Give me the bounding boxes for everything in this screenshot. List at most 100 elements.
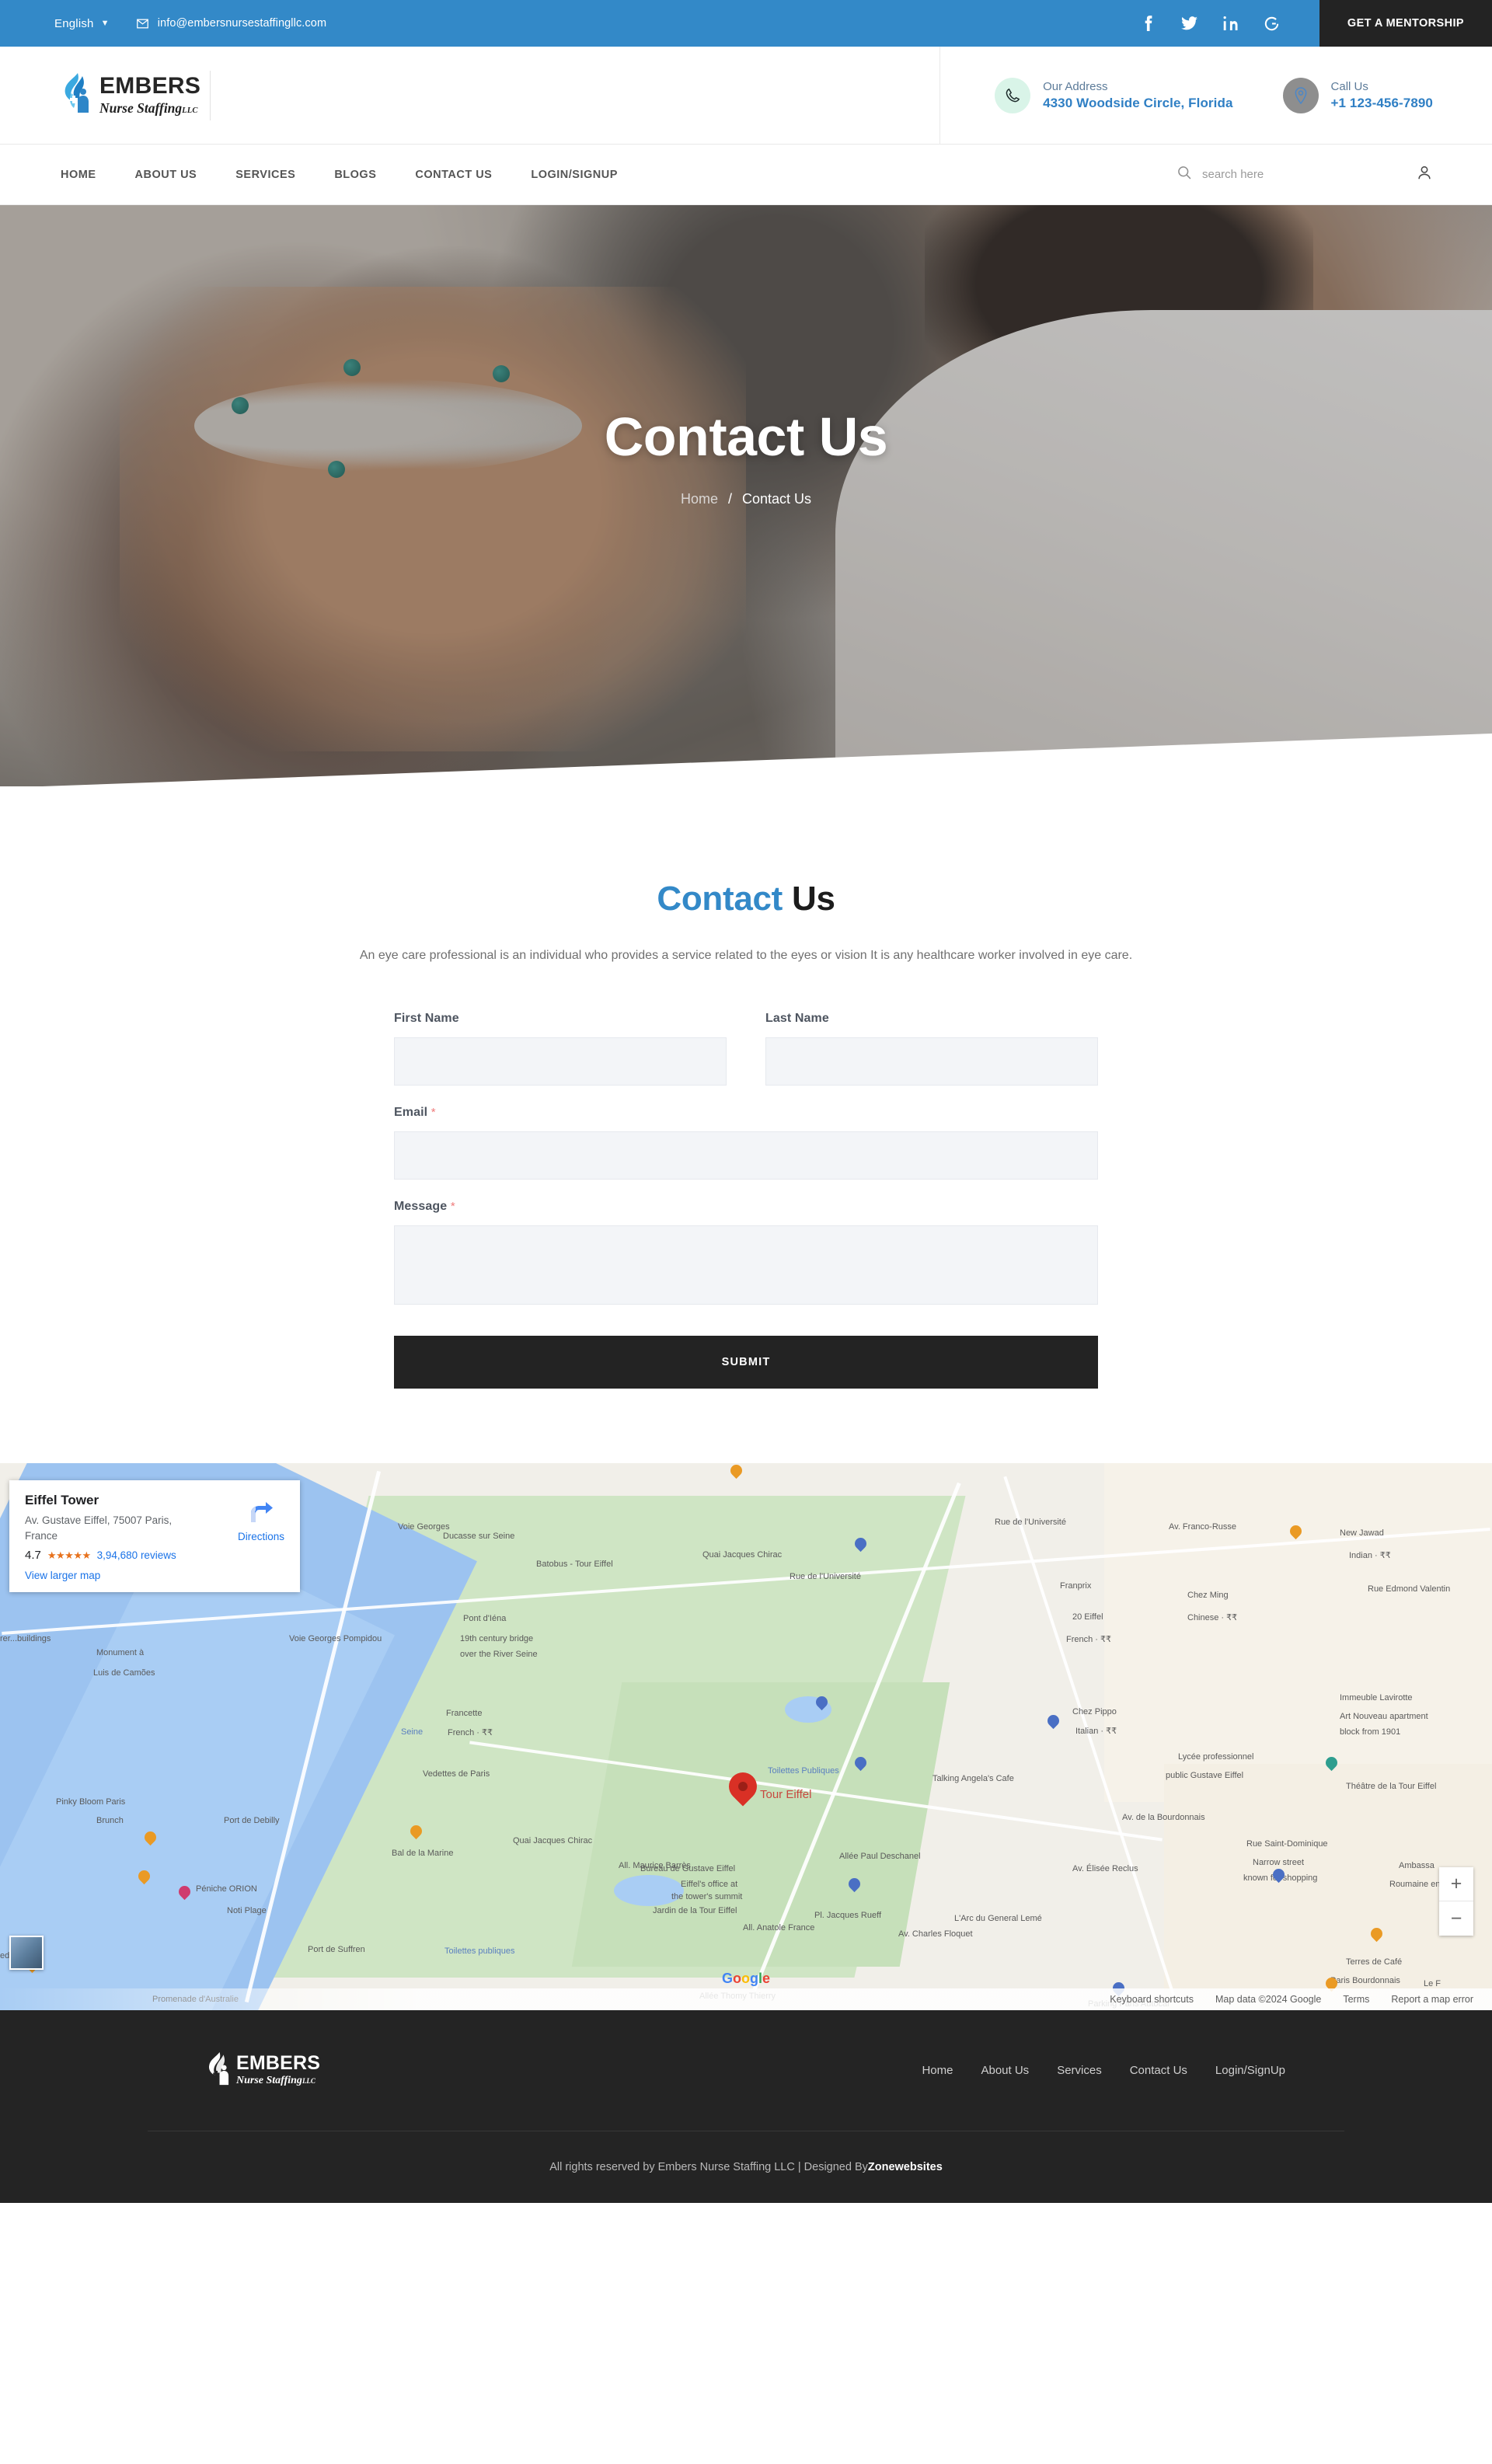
footer-link-about-us[interactable]: About Us — [981, 2064, 1029, 2077]
map-label: Monument à — [96, 1648, 145, 1657]
map-label: Rue de l'Université — [790, 1572, 861, 1581]
name-row: First Name Last Name — [394, 1012, 1098, 1106]
nav-item-blogs[interactable]: BLOGS — [334, 169, 376, 181]
map-label: Rue de l'Université — [995, 1518, 1066, 1527]
map-label: Av. Franco-Russe — [1169, 1522, 1237, 1532]
map-label: Art Nouveau apartment — [1340, 1712, 1428, 1721]
footer-logo-llc: LLC — [302, 2077, 315, 2085]
search-box[interactable] — [1177, 165, 1355, 184]
nav-item-contact-us[interactable]: CONTACT US — [415, 169, 492, 181]
search-icon — [1177, 165, 1192, 184]
terms-link[interactable]: Terms — [1343, 1994, 1369, 2005]
call-value: +1 123-456-7890 — [1330, 95, 1433, 110]
top-bar: English ▼ info@embersnursestaffingllc.co… — [0, 0, 1492, 47]
header-contact-blocks: Our Address 4330 Woodside Circle, Florid… — [939, 46, 1492, 145]
nav-item-services[interactable]: SERVICES — [235, 169, 295, 181]
message-label: Message * — [394, 1200, 1098, 1214]
message-label-text: Message — [394, 1200, 448, 1213]
section-title-dark: Us — [791, 880, 835, 918]
footer-top: EMBERS Nurse StaffingLLC Home About Us S… — [148, 2010, 1344, 2131]
page-title: Contact Us — [604, 406, 888, 467]
map-label: the tower's summit — [671, 1892, 743, 1901]
get-a-mentorship-button[interactable]: GET A MENTORSHIP — [1319, 0, 1492, 47]
map-label: rer...buildings — [0, 1634, 51, 1643]
place-address: Av. Gustave Eiffel, 75007 Paris, France — [25, 1514, 173, 1542]
submit-button[interactable]: SUBMIT — [394, 1336, 1098, 1389]
directions-label: Directions — [237, 1531, 284, 1542]
twitter-icon[interactable] — [1181, 15, 1198, 32]
breadcrumb-separator: / — [727, 491, 732, 507]
facebook-icon[interactable] — [1140, 15, 1157, 32]
section-title: Contact Us — [0, 880, 1492, 918]
map-label: Indian · ₹₹ — [1349, 1551, 1391, 1560]
map-label: Jardin de la Tour Eiffel — [653, 1906, 737, 1915]
last-name-input[interactable] — [765, 1037, 1098, 1086]
email-field: Email * — [394, 1106, 1098, 1180]
map-marker-tour-eiffel[interactable] — [723, 1766, 763, 1808]
breadcrumb-home[interactable]: Home — [681, 491, 718, 507]
search-input[interactable] — [1202, 168, 1342, 181]
map-label: All. Anatole France — [743, 1923, 815, 1933]
map-zoom-controls[interactable]: + − — [1439, 1867, 1473, 1936]
footer-link-login-signup[interactable]: Login/SignUp — [1215, 2064, 1285, 2077]
nav-item-home[interactable]: HOME — [61, 169, 96, 181]
header-divider — [210, 70, 211, 120]
zoom-in-button[interactable]: + — [1439, 1867, 1473, 1901]
map-label: Noti Plage — [227, 1906, 267, 1915]
footer-logo-text: EMBERS Nurse StaffingLLC — [236, 2054, 320, 2087]
breadcrumb-current: Contact Us — [741, 491, 812, 507]
map-streetview-thumbnail[interactable] — [9, 1936, 44, 1970]
footer-link-services[interactable]: Services — [1057, 2064, 1102, 2077]
keyboard-shortcuts-link[interactable]: Keyboard shortcuts — [1110, 1994, 1194, 2005]
phone-handset-icon — [995, 77, 1031, 113]
logo-tagline-text: Nurse Staffing — [99, 99, 183, 116]
zoom-out-button[interactable]: − — [1439, 1901, 1473, 1936]
email-label: Email * — [394, 1106, 1098, 1120]
map-data-text: Map data ©2024 Google — [1215, 1994, 1322, 2005]
email-input[interactable] — [394, 1131, 1098, 1180]
map-label: Chinese · ₹₹ — [1187, 1613, 1238, 1622]
footer-link-contact-us[interactable]: Contact Us — [1130, 2064, 1187, 2077]
message-textarea[interactable] — [394, 1225, 1098, 1305]
map-label: Chez Ming — [1187, 1591, 1229, 1600]
map-label: Av. Charles Floquet — [898, 1929, 973, 1939]
nav-item-about-us[interactable]: ABOUT US — [135, 169, 197, 181]
site-footer: EMBERS Nurse StaffingLLC Home About Us S… — [0, 2010, 1492, 2203]
map-embed[interactable]: Ducasse sur Seine Batobus - Tour Eiffel Ru… — [0, 1463, 1492, 2010]
email-link[interactable]: info@embersnursestaffingllc.com — [136, 17, 326, 30]
rating-reviews-link[interactable]: 3,94,680 reviews — [97, 1549, 176, 1561]
language-selector[interactable]: English ▼ — [54, 17, 110, 30]
footer-logo[interactable]: EMBERS Nurse StaffingLLC — [207, 2051, 320, 2091]
logo-tagline: Nurse StaffingLLC — [99, 100, 200, 117]
designer-brand[interactable]: Zonewebsites — [868, 2161, 943, 2173]
map-label: over the River Seine — [460, 1650, 538, 1659]
footer-logo-tagline-text: Nurse Staffing — [236, 2075, 302, 2086]
rating-score: 4.7 — [25, 1549, 41, 1563]
footer-link-home[interactable]: Home — [922, 2064, 953, 2077]
directions-button[interactable]: Directions — [238, 1500, 284, 1542]
logo[interactable]: EMBERS Nurse StaffingLLC — [0, 70, 256, 120]
nav-item-login-signup[interactable]: LOGIN/SIGNUP — [531, 169, 618, 181]
map-label: Franprix — [1060, 1581, 1092, 1591]
map-label: New Jawad — [1340, 1528, 1384, 1538]
user-icon[interactable] — [1416, 164, 1433, 185]
nav-items: HOME ABOUT US SERVICES BLOGS CONTACT US … — [0, 169, 1177, 181]
hero-content: Contact Us Home / Contact Us — [0, 205, 1492, 507]
report-map-error-link[interactable]: Report a map error — [1391, 1994, 1473, 2005]
map-label: Pl. Jacques Rueff — [814, 1911, 882, 1920]
address-block[interactable]: Our Address 4330 Woodside Circle, Florid… — [995, 77, 1232, 113]
directions-arrow-icon — [250, 1502, 273, 1522]
call-block[interactable]: Call Us +1 123-456-7890 — [1282, 77, 1433, 113]
first-name-label: First Name — [394, 1012, 459, 1025]
footer-copyright: All rights reserved by Embers Nurse Staf… — [0, 2131, 1492, 2203]
google-watermark: Google — [721, 1971, 771, 1986]
map-label: French · ₹₹ — [1066, 1635, 1112, 1644]
map-label: block from 1901 — [1340, 1727, 1401, 1737]
main-navigation: HOME ABOUT US SERVICES BLOGS CONTACT US … — [0, 145, 1492, 205]
first-name-input[interactable] — [394, 1037, 727, 1086]
view-larger-map-link[interactable]: View larger map — [25, 1570, 286, 1581]
google-icon[interactable] — [1264, 15, 1281, 32]
logo-llc: LLC — [182, 106, 198, 115]
linkedin-icon[interactable] — [1222, 15, 1239, 32]
email-text: info@embersnursestaffingllc.com — [157, 17, 327, 30]
